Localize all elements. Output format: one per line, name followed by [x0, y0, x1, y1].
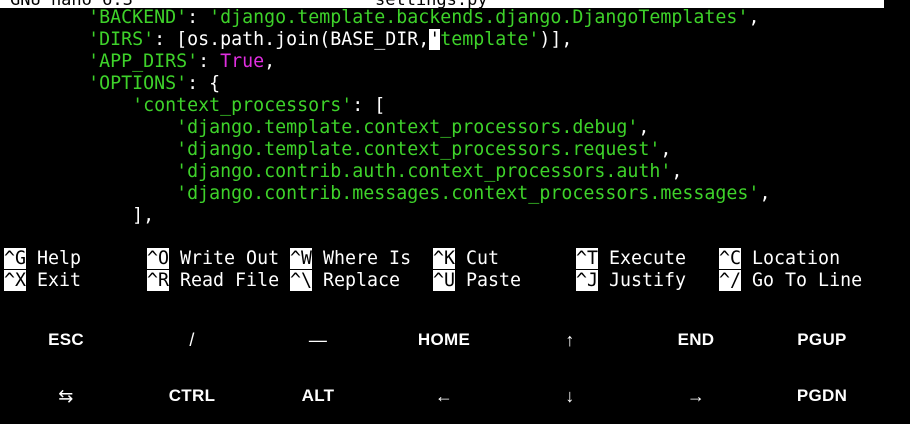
shortcut-label: Paste: [455, 270, 522, 291]
pgup-key[interactable]: PGUP: [759, 312, 885, 368]
home-key[interactable]: HOME: [381, 312, 507, 368]
shortcut-read-file: ^R Read File: [147, 270, 279, 292]
shortcut-label: Where Is: [312, 248, 412, 269]
code-token: ,: [759, 183, 771, 204]
shortcut-label: Write Out: [169, 248, 280, 269]
shortcut-where-is: ^W Where Is: [290, 248, 411, 270]
shortcut-key: ^X: [4, 270, 27, 291]
shortcut-key: ^\: [290, 270, 313, 291]
code-token: 'context_processors': [132, 95, 353, 116]
text-cursor: ': [429, 29, 441, 50]
shortcut-key: ^W: [290, 248, 313, 269]
code-token: ,: [660, 139, 672, 160]
code-line[interactable]: 'BACKEND': 'django.template.backends.dja…: [0, 7, 759, 29]
code-line[interactable]: 'django.contrib.messages.context_process…: [0, 183, 770, 205]
shortcut-key: ^C: [719, 248, 742, 269]
code-token: 'APP_DIRS': [88, 51, 199, 72]
shortcut-label: Go To Line: [741, 270, 863, 291]
code-token: 'OPTIONS': [88, 73, 188, 94]
shortcut-key: ^O: [147, 248, 170, 269]
shortcut-label: Justify: [598, 270, 687, 291]
code-token: :: [198, 51, 221, 72]
shortcut-go-to-line: ^/ Go To Line: [719, 270, 862, 292]
esc-key[interactable]: ESC: [3, 312, 129, 368]
shortcut-label: Location: [741, 248, 841, 269]
code-token: : [os.path.join(BASE_DIR,: [154, 29, 430, 50]
end-key[interactable]: END: [633, 312, 759, 368]
shortcut-key: ^U: [433, 270, 456, 291]
extra-keys-bar: ESC / — HOME ↑ END PGUP ⇆ CTRL ALT ← ↓ → PGDN: [0, 312, 910, 424]
shortcut-key: ^J: [576, 270, 599, 291]
shortcut-execute: ^T Execute: [576, 248, 686, 270]
code-line[interactable]: 'APP_DIRS': True,: [0, 51, 275, 73]
alt-key[interactable]: ALT: [255, 368, 381, 424]
shortcut-label: Cut: [455, 248, 500, 269]
code-token: : [: [352, 95, 386, 116]
shortcut-paste: ^U Paste: [433, 270, 521, 292]
code-token: 'django.contrib.messages.context_process…: [176, 183, 760, 204]
code-line[interactable]: 'django.contrib.auth.context_processors.…: [0, 161, 682, 183]
code-token: 'DIRS': [88, 29, 155, 50]
tab-key[interactable]: ⇆: [3, 368, 129, 424]
code-line[interactable]: 'DIRS': [os.path.join(BASE_DIR,'template…: [0, 29, 572, 51]
code-line[interactable]: 'OPTIONS': {: [0, 73, 220, 95]
code-token: 'BACKEND': [88, 7, 188, 28]
code-line[interactable]: 'django.template.context_processors.debu…: [0, 117, 649, 139]
code-token: True: [220, 51, 265, 72]
shortcut-key: ^T: [576, 248, 599, 269]
shortcut-help: ^G Help: [4, 248, 81, 270]
shortcut-key: ^/: [719, 270, 742, 291]
code-token: )],: [539, 29, 573, 50]
shortcut-key: ^G: [4, 248, 27, 269]
code-line[interactable]: 'context_processors': [: [0, 95, 385, 117]
ctrl-key[interactable]: CTRL: [129, 368, 255, 424]
code-token: ,: [264, 51, 276, 72]
dash-key[interactable]: —: [255, 312, 381, 368]
code-token: template': [440, 29, 540, 50]
code-token: :: [187, 7, 210, 28]
shortcut-key: ^R: [147, 270, 170, 291]
code-token: 'django.template.context_processors.requ…: [176, 139, 661, 160]
arrow-right-key[interactable]: →: [633, 368, 759, 424]
shortcut-label: Execute: [598, 248, 687, 269]
shortcut-justify: ^J Justify: [576, 270, 686, 292]
code-token: ,: [638, 117, 650, 138]
code-token: ,: [671, 161, 683, 182]
shortcut-exit: ^X Exit: [4, 270, 81, 292]
shortcut-cut: ^K Cut: [433, 248, 499, 270]
shortcut-write-out: ^O Write Out: [147, 248, 279, 270]
arrow-up-key[interactable]: ↑: [507, 312, 633, 368]
code-token: ,: [748, 7, 760, 28]
code-token: 'django.template.context_processors.debu…: [176, 117, 639, 138]
shortcut-label: Help: [26, 248, 82, 269]
nano-shortcut-bar: ^G Help ^O Write Out ^W Where Is ^K Cut ^T E…: [0, 248, 910, 292]
shortcut-label: Exit: [26, 270, 82, 291]
slash-key[interactable]: /: [129, 312, 255, 368]
code-token: : {: [187, 73, 221, 94]
shortcut-location: ^C Location: [719, 248, 840, 270]
arrow-down-key[interactable]: ↓: [507, 368, 633, 424]
code-token: ],: [132, 205, 155, 226]
pgdn-key[interactable]: PGDN: [759, 368, 885, 424]
shortcut-key: ^K: [433, 248, 456, 269]
arrow-left-key[interactable]: ←: [381, 368, 507, 424]
code-line[interactable]: 'django.template.context_processors.requ…: [0, 139, 671, 161]
shortcut-label: Replace: [312, 270, 401, 291]
shortcut-label: Read File: [169, 270, 280, 291]
code-token: 'django.contrib.auth.context_processors.…: [176, 161, 672, 182]
code-line[interactable]: ],: [0, 205, 154, 227]
code-token: 'django.template.backends.django.DjangoT…: [209, 7, 749, 28]
shortcut-replace: ^\ Replace: [290, 270, 400, 292]
